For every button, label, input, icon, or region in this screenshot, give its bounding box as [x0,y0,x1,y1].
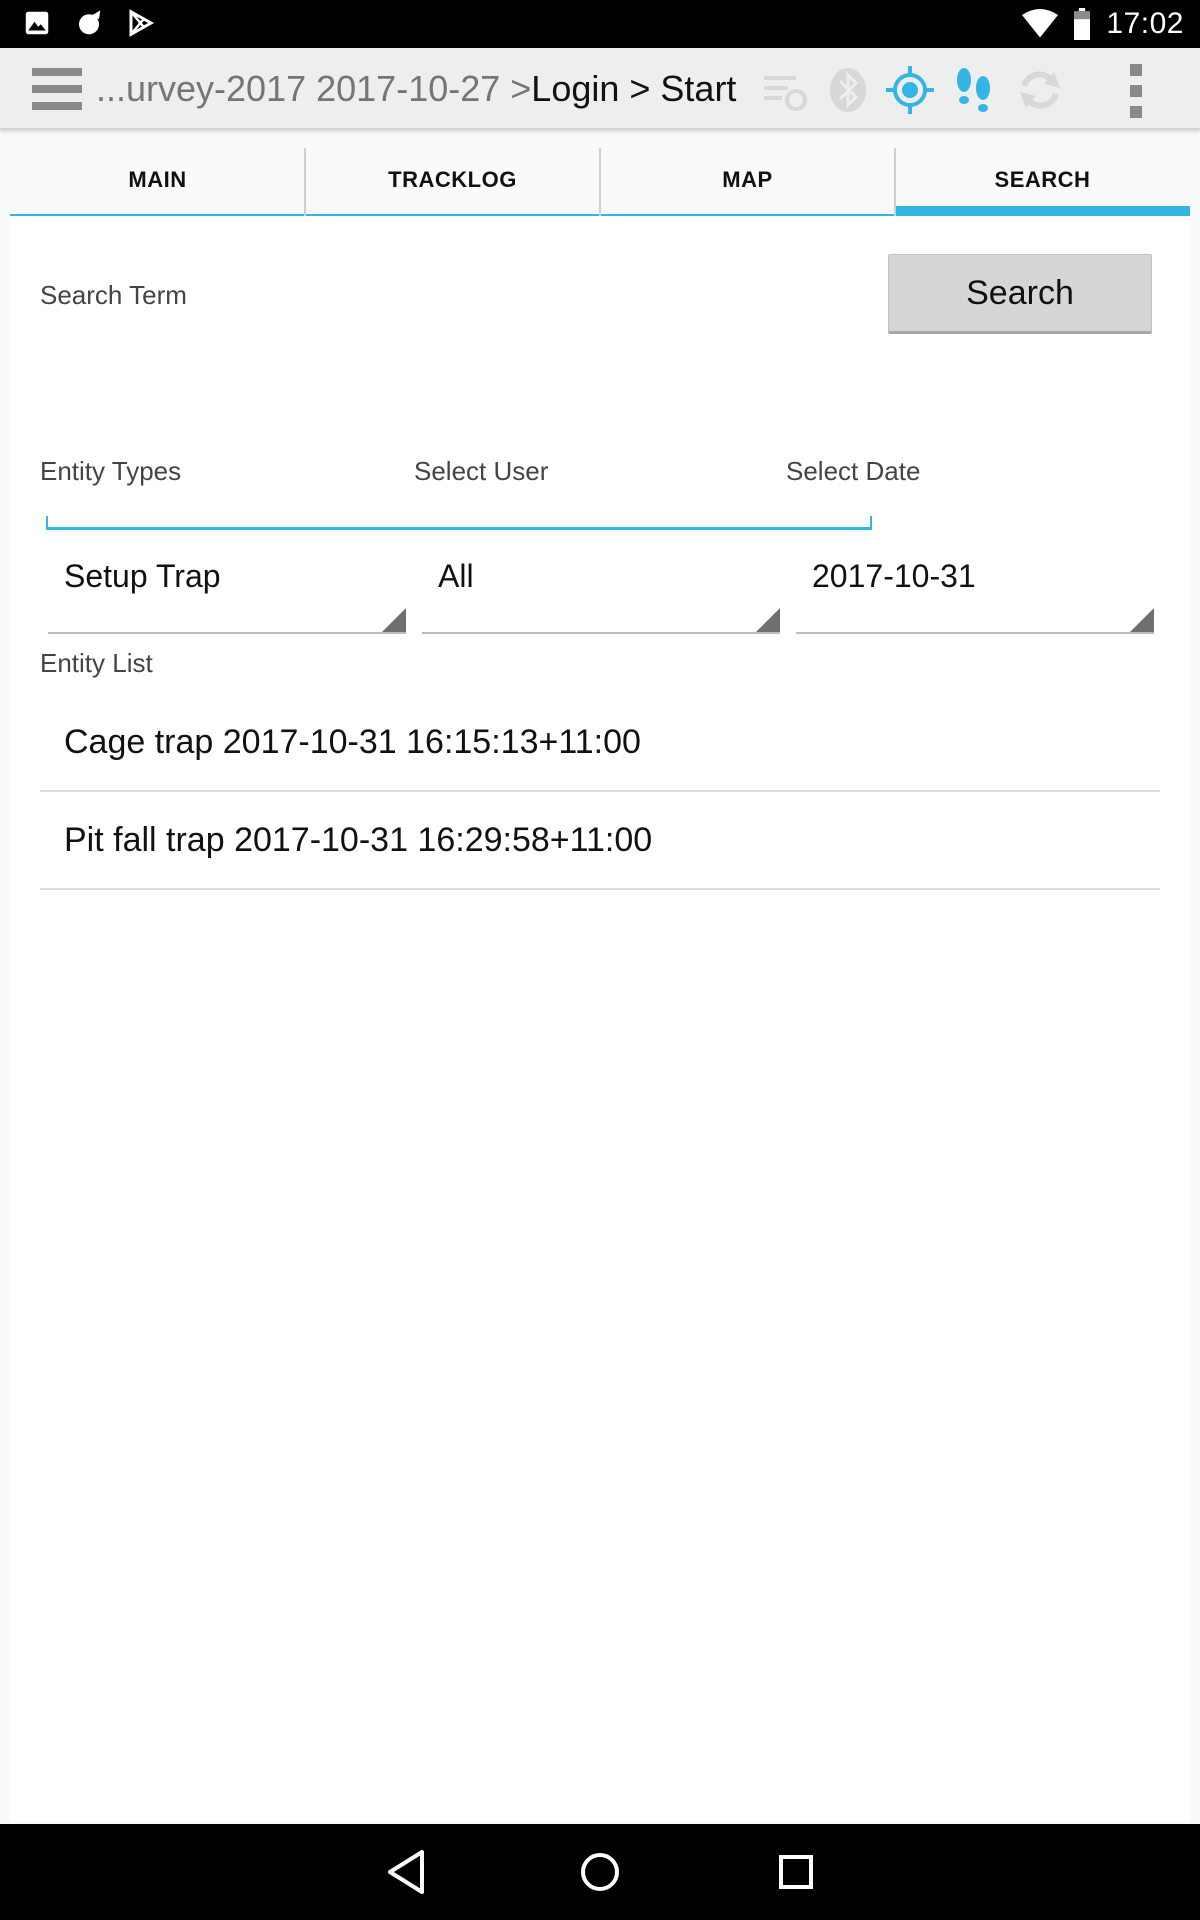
status-time: 17:02 [1106,7,1184,40]
breadcrumb[interactable]: ...urvey-2017 2017-10-27 > Login > Start [96,48,736,130]
list-item[interactable]: Pit fall trap 2017-10-31 16:29:58+11:00 [40,792,1160,890]
entity-list: Cage trap 2017-10-31 16:15:13+11:00 Pit … [40,694,1160,890]
search-input[interactable] [54,481,854,521]
select-date-value: 2017-10-31 [812,558,976,594]
search-term-field[interactable] [46,481,872,530]
battery-icon [1074,8,1091,40]
wifi-icon [1022,9,1059,38]
select-user-label: Select User [414,456,549,486]
status-bar: 17:02 [0,0,1200,48]
dropdown-arrow-icon [1130,608,1154,632]
play-store-icon [129,9,155,37]
tracklog-icon[interactable] [950,66,998,114]
sync-list-icon[interactable] [760,66,808,114]
tab-bar: MAIN TRACKLOG MAP SEARCH [10,146,1190,216]
recents-icon[interactable] [774,1848,818,1896]
sync-icon[interactable] [1016,66,1064,114]
hamburger-menu-icon[interactable] [32,68,82,110]
select-user-value: All [438,558,474,594]
list-item[interactable]: Cage trap 2017-10-31 16:15:13+11:00 [40,694,1160,792]
dropdown-arrow-icon [756,608,780,632]
tab-tracklog[interactable]: TRACKLOG [304,146,600,216]
entity-types-value: Setup Trap [64,558,221,594]
action-bar: ...urvey-2017 2017-10-27 > Login > Start [0,48,1200,130]
bluetooth-icon[interactable] [824,66,872,114]
select-date-label: Select Date [786,456,921,486]
navigation-bar [0,1824,1200,1920]
select-user-dropdown[interactable]: All [422,536,780,634]
entity-types-label: Entity Types [40,456,182,486]
notification-icons [22,8,156,38]
overflow-menu-icon[interactable] [1126,64,1146,118]
tab-map[interactable]: MAP [599,146,895,216]
tab-search[interactable]: SEARCH [894,146,1190,216]
cat-icon [79,10,101,35]
tab-main[interactable]: MAIN [10,146,305,216]
select-date-dropdown[interactable]: 2017-10-31 [796,536,1154,634]
back-icon[interactable] [384,1848,428,1896]
home-icon[interactable] [578,1848,622,1896]
search-button[interactable]: Search [888,254,1152,334]
image-icon [25,11,49,35]
entity-types-dropdown[interactable]: Setup Trap [48,536,406,634]
search-panel: Search Term Search Entity Types Select U… [10,216,1190,1822]
entity-list-label: Entity List [40,648,153,678]
breadcrumb-current: Login > Start [531,68,737,109]
breadcrumb-path: ...urvey-2017 2017-10-27 > [96,68,532,109]
search-term-label: Search Term [40,280,187,310]
dropdown-arrow-icon [382,608,406,632]
gps-icon[interactable] [886,66,934,114]
